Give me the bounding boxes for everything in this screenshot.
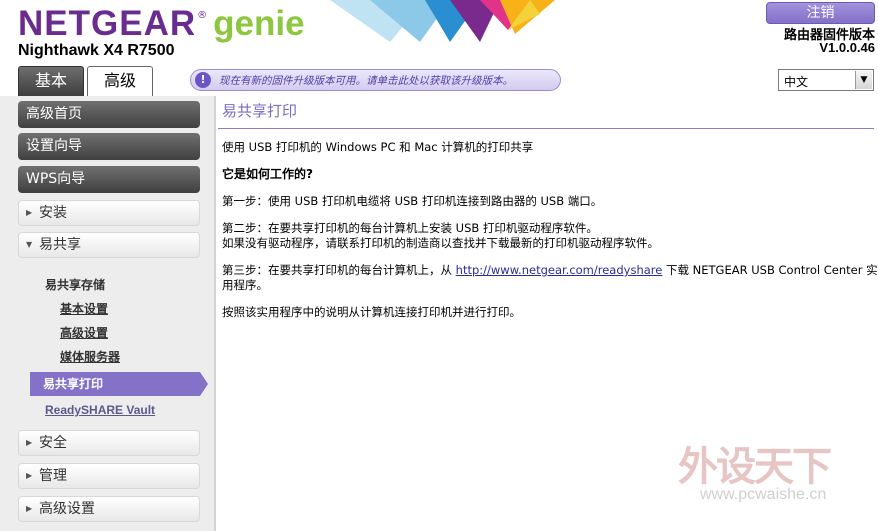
sidebar-item-readyshare-storage[interactable]: 易共享存储	[45, 276, 105, 293]
tab-advanced[interactable]: 高级	[87, 66, 153, 96]
sidebar-item-setup-wizard[interactable]: 设置向导	[18, 133, 200, 160]
firmware-version-value: V1.0.0.46	[819, 40, 875, 55]
sidebar-section-advanced-setup[interactable]: ▶ 高级设置	[18, 496, 200, 522]
step-3-text: 第三步：在要共享打印机的每台计算机上，从 http://www.netgear.…	[222, 263, 878, 278]
sidebar-item-media-server[interactable]: 媒体服务器	[60, 348, 120, 365]
intro-text: 使用 USB 打印机的 Windows PC 和 Mac 计算机的打印共享	[222, 140, 534, 154]
language-select[interactable]: 中文 ▼	[778, 69, 874, 91]
step-2-text: 第二步：在要共享打印机的每台计算机上安装 USB 打印机驱动程序软件。	[222, 221, 598, 235]
sidebar-item-readyshare-printer[interactable]: 易共享打印	[30, 372, 200, 396]
step-3-continued: 用程序。	[222, 278, 268, 292]
header: NETGEAR® genie Nighthawk X4 R7500 注销 路由器固…	[0, 0, 878, 96]
watermark-logo: 外设天下	[678, 444, 832, 490]
chevron-right-icon: ▶	[26, 438, 33, 447]
chevron-down-icon[interactable]: ▼	[855, 71, 872, 89]
chevron-right-icon: ▶	[26, 208, 33, 217]
step-1-text: 第一步：使用 USB 打印机电缆将 USB 打印机连接到路由器的 USB 端口。	[222, 194, 603, 208]
netgear-wordmark: NETGEAR	[18, 4, 197, 43]
sidebar-section-readyshare[interactable]: ▼ 易共享	[18, 232, 200, 258]
sidebar-item-readyshare-vault[interactable]: ReadySHARE Vault	[45, 403, 155, 417]
sidebar-item-advanced-home[interactable]: 高级首页	[18, 101, 200, 128]
registered-mark: ®	[197, 10, 208, 21]
chevron-right-icon: ▶	[26, 504, 33, 513]
logout-button[interactable]: 注销	[766, 2, 875, 24]
step-3-prefix: 第三步：在要共享打印机的每台计算机上，从	[222, 263, 456, 277]
readyshare-download-link[interactable]: http://www.netgear.com/readyshare	[456, 263, 663, 277]
genie-wordmark: genie	[213, 4, 305, 43]
sidebar: 高级首页 设置向导 WPS向导 ▶ 安装 ▼ 易共享 易共享存储 基本设置 高级…	[0, 96, 216, 531]
chevron-right-icon: ▶	[26, 471, 33, 480]
watermark-url: www.pcwaishe.cn	[700, 486, 827, 503]
router-model: Nighthawk X4 R7500	[18, 42, 175, 59]
chevron-down-icon: ▼	[26, 240, 33, 249]
sidebar-item-basic-settings[interactable]: 基本设置	[60, 300, 108, 317]
page-title: 易共享打印	[222, 102, 298, 120]
sidebar-item-advanced-settings[interactable]: 高级设置	[60, 324, 108, 341]
sidebar-section-label: 管理	[39, 468, 67, 484]
sidebar-section-label: 高级设置	[39, 501, 95, 517]
sidebar-section-security[interactable]: ▶ 安全	[18, 430, 200, 456]
active-item-pointer	[200, 372, 208, 396]
sidebar-section-label: 安装	[39, 205, 67, 221]
tab-basic[interactable]: 基本	[18, 66, 84, 96]
netgear-genie-logo: NETGEAR® genie	[18, 4, 305, 44]
sidebar-section-admin[interactable]: ▶ 管理	[18, 463, 200, 489]
sidebar-section-label: 易共享	[39, 237, 81, 253]
sidebar-item-wps-wizard[interactable]: WPS向导	[18, 166, 200, 193]
how-it-works-heading: 它是如何工作的?	[222, 167, 313, 181]
final-instruction: 按照该实用程序中的说明从计算机连接打印机并进行打印。	[222, 305, 521, 319]
decorative-triangles-graphic	[330, 0, 555, 42]
title-divider	[218, 128, 874, 129]
firmware-update-banner[interactable]: ! 现在有新的固件升级版本可用。请单击此处以获取该升级版本。	[190, 69, 561, 91]
sidebar-section-install[interactable]: ▶ 安装	[18, 200, 200, 226]
language-selected-value: 中文	[784, 75, 809, 89]
step-3-suffix: 下载 NETGEAR USB Control Center 实	[662, 263, 878, 277]
alert-icon: !	[195, 72, 211, 88]
sidebar-section-label: 安全	[39, 435, 67, 451]
firmware-update-text: 现在有新的固件升级版本可用。请单击此处以获取该升级版本。	[219, 75, 513, 87]
step-2-note: 如果没有驱动程序，请联系打印机的制造商以查找并下载最新的打印机驱动程序软件。	[222, 236, 659, 250]
